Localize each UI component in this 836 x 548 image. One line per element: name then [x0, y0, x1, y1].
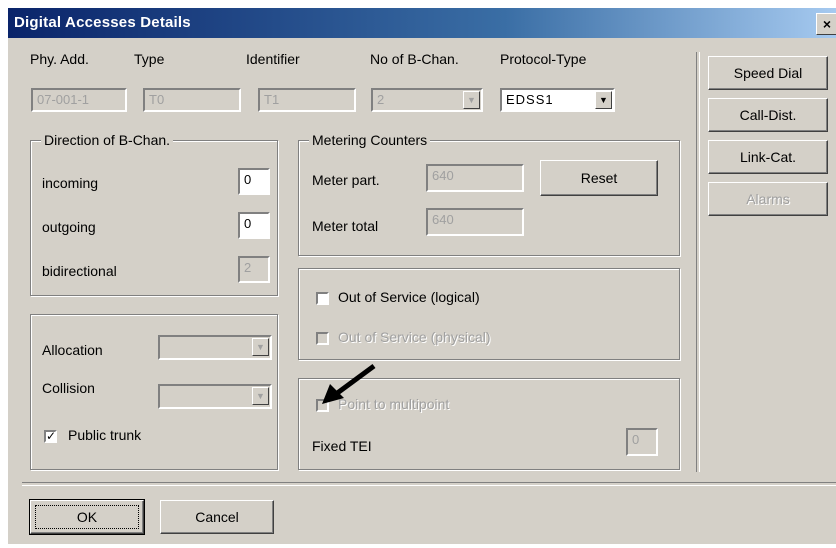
allocation-select: ▼ [158, 335, 272, 360]
cancel-button[interactable]: Cancel [160, 500, 274, 534]
link-cat-button[interactable]: Link-Cat. [708, 140, 828, 174]
outgoing-label: outgoing [42, 219, 96, 235]
meter-total-label: Meter total [312, 218, 379, 234]
dropdown-arrow-icon[interactable]: ▼ [595, 91, 612, 109]
allocation-label: Allocation [42, 342, 103, 358]
type-field: T0 [143, 88, 241, 112]
close-icon: × [822, 16, 832, 32]
title-bar[interactable]: Digital Accesses Details × [8, 8, 836, 38]
identifier-field: T1 [258, 88, 356, 112]
dropdown-arrow-icon: ▼ [252, 338, 269, 356]
out-of-service-logical-label: Out of Service (logical) [338, 289, 480, 305]
protocol-type-value: EDSS1 [506, 92, 554, 107]
outgoing-input[interactable]: 0 [238, 212, 270, 239]
bidirectional-input: 2 [238, 256, 270, 283]
no-b-chan-label: No of B-Chan. [370, 51, 459, 67]
protocol-type-select[interactable]: EDSS1 ▼ [500, 88, 615, 112]
speed-dial-button[interactable]: Speed Dial [708, 56, 828, 90]
meter-part-label: Meter part. [312, 172, 380, 188]
fixed-tei-field: 0 [626, 428, 658, 456]
public-trunk-label: Public trunk [68, 427, 142, 443]
arrow-pointer-icon [322, 363, 376, 404]
service-group [298, 268, 680, 360]
bottom-separator [22, 482, 836, 486]
phy-add-field: 07-001-1 [31, 88, 127, 112]
collision-label: Collision [42, 380, 95, 396]
metering-group: Metering Counters [298, 132, 680, 256]
call-dist-button[interactable]: Call-Dist. [708, 98, 828, 132]
meter-part-field: 640 [426, 164, 524, 192]
dropdown-arrow-icon: ▼ [463, 91, 480, 109]
alarms-button: Alarms [708, 182, 828, 216]
phy-add-label: Phy. Add. [30, 51, 89, 67]
collision-select: ▼ [158, 384, 272, 409]
side-separator [696, 52, 700, 472]
window-title: Digital Accesses Details [14, 14, 191, 31]
out-of-service-logical-checkbox[interactable] [316, 292, 329, 305]
bidirectional-label: bidirectional [42, 263, 117, 279]
type-label: Type [134, 51, 165, 67]
meter-total-field: 640 [426, 208, 524, 236]
fixed-tei-label: Fixed TEI [312, 438, 372, 454]
ok-label: OK [76, 509, 98, 525]
dropdown-arrow-icon: ▼ [252, 387, 269, 405]
metering-group-title: Metering Counters [309, 132, 431, 148]
incoming-label: incoming [42, 175, 99, 191]
ok-button[interactable]: OK [29, 499, 145, 535]
close-button[interactable]: × [816, 13, 836, 35]
reset-button[interactable]: Reset [540, 160, 658, 196]
out-of-service-physical-label: Out of Service (physical) [338, 329, 491, 345]
incoming-input[interactable]: 0 [238, 168, 270, 195]
protocol-type-label: Protocol-Type [500, 51, 587, 67]
public-trunk-checkbox[interactable]: ✓ [44, 430, 57, 443]
checkmark-icon: ✓ [46, 429, 57, 443]
identifier-label: Identifier [246, 51, 300, 67]
digital-accesses-dialog: Digital Accesses Details × Phy. Add. 07-… [8, 8, 836, 544]
direction-group-title: Direction of B-Chan. [41, 132, 174, 148]
no-b-chan-select: 2 ▼ [371, 88, 483, 112]
out-of-service-physical-checkbox [316, 332, 329, 345]
